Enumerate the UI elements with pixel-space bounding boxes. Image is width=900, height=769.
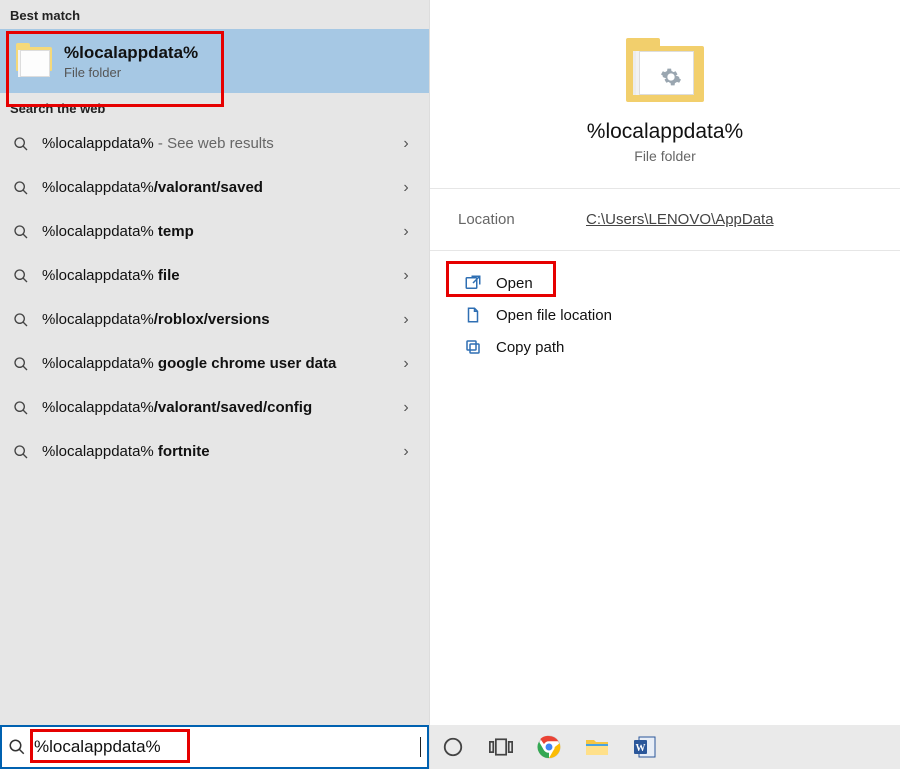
search-input-bar[interactable]: %localappdata%: [0, 725, 429, 769]
action-copy-path-label: Copy path: [496, 339, 564, 356]
folder-icon: [16, 43, 52, 79]
chevron-right-icon[interactable]: ›: [393, 443, 419, 461]
web-result-label: %localappdata%/valorant/saved: [42, 178, 393, 198]
web-result-item[interactable]: %localappdata% google chrome user data ›: [0, 342, 429, 386]
search-icon: [8, 738, 32, 756]
word-icon[interactable]: W: [632, 734, 658, 760]
web-result-label: %localappdata% temp: [42, 222, 393, 242]
web-result-label: %localappdata% google chrome user data: [42, 354, 393, 374]
search-results-panel: Best match %localappdata% File folder Se…: [0, 0, 430, 769]
preview-header: %localappdata% File folder: [430, 0, 900, 189]
search-icon: [10, 400, 32, 416]
best-match-title: %localappdata%: [64, 43, 198, 63]
folder-icon: [626, 38, 704, 102]
web-result-label: %localappdata% file: [42, 266, 393, 286]
chevron-right-icon[interactable]: ›: [393, 135, 419, 153]
web-result-item[interactable]: %localappdata% fortnite ›: [0, 430, 429, 474]
chevron-right-icon[interactable]: ›: [393, 223, 419, 241]
meta-val-location[interactable]: C:\Users\LENOVO\AppData: [586, 211, 774, 228]
chevron-right-icon[interactable]: ›: [393, 267, 419, 285]
search-icon: [10, 356, 32, 372]
search-web-header: Search the web: [0, 93, 429, 122]
preview-subtitle: File folder: [634, 148, 695, 164]
copy-icon: [460, 338, 486, 356]
action-open-file-location[interactable]: Open file location: [452, 299, 878, 331]
preview-meta: Location C:\Users\LENOVO\AppData: [430, 189, 900, 251]
web-result-label: %localappdata% fortnite: [42, 442, 393, 462]
web-result-item[interactable]: %localappdata%/roblox/versions ›: [0, 298, 429, 342]
search-icon: [10, 180, 32, 196]
action-open-file-location-label: Open file location: [496, 307, 612, 324]
search-icon: [10, 136, 32, 152]
best-match-header: Best match: [0, 0, 429, 29]
search-icon: [10, 444, 32, 460]
web-results-list: %localappdata% - See web results › %loca…: [0, 122, 429, 769]
web-result-label: %localappdata%/valorant/saved/config: [42, 398, 393, 418]
chevron-right-icon[interactable]: ›: [393, 355, 419, 373]
text-caret: [420, 737, 421, 757]
web-result-item[interactable]: %localappdata%/valorant/saved/config ›: [0, 386, 429, 430]
search-icon: [10, 268, 32, 284]
cortana-icon[interactable]: [440, 734, 466, 760]
web-result-item[interactable]: %localappdata% - See web results ›: [0, 122, 429, 166]
action-open-label: Open: [496, 275, 533, 292]
file-explorer-icon[interactable]: [584, 734, 610, 760]
file-location-icon: [460, 306, 486, 324]
svg-text:W: W: [636, 743, 646, 754]
best-match-subtitle: File folder: [64, 65, 198, 80]
chrome-icon[interactable]: [536, 734, 562, 760]
meta-key-location: Location: [458, 211, 586, 228]
web-result-item[interactable]: %localappdata%/valorant/saved ›: [0, 166, 429, 210]
preview-actions: Open Open file location Copy path: [430, 251, 900, 379]
best-match-item[interactable]: %localappdata% File folder: [0, 29, 429, 93]
task-view-icon[interactable]: [488, 734, 514, 760]
taskbar: W: [430, 725, 900, 769]
web-result-item[interactable]: %localappdata% file ›: [0, 254, 429, 298]
web-result-label: %localappdata% - See web results: [42, 134, 393, 154]
search-input[interactable]: %localappdata%: [32, 733, 419, 761]
web-result-item[interactable]: %localappdata% temp ›: [0, 210, 429, 254]
chevron-right-icon[interactable]: ›: [393, 311, 419, 329]
preview-title: %localappdata%: [587, 120, 743, 144]
action-open[interactable]: Open: [452, 267, 878, 299]
search-icon: [10, 312, 32, 328]
preview-panel: %localappdata% File folder Location C:\U…: [430, 0, 900, 769]
action-copy-path[interactable]: Copy path: [452, 331, 878, 363]
search-icon: [10, 224, 32, 240]
chevron-right-icon[interactable]: ›: [393, 399, 419, 417]
web-result-label: %localappdata%/roblox/versions: [42, 310, 393, 330]
chevron-right-icon[interactable]: ›: [393, 179, 419, 197]
open-icon: [460, 274, 486, 292]
